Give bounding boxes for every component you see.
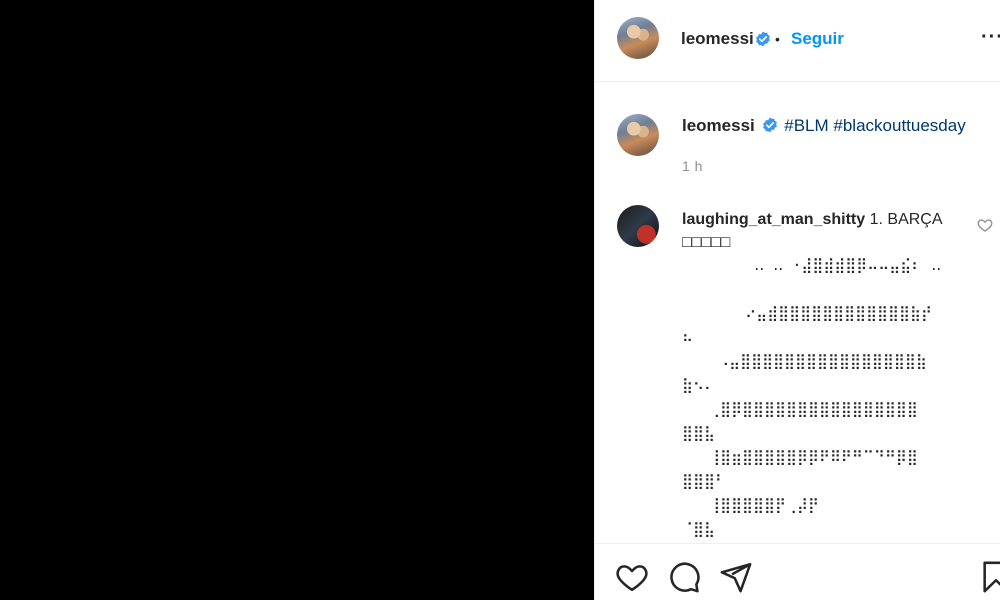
- comment-icon[interactable]: [667, 560, 701, 594]
- post-side-panel: leomessi • Seguir ··· leomessi #BLM #bla…: [594, 0, 1000, 600]
- caption: leomessi #BLM #blackouttuesday: [682, 116, 966, 136]
- post-media[interactable]: [0, 0, 594, 600]
- header-separator: •: [775, 31, 780, 47]
- hashtag-link[interactable]: #blackouttuesday: [833, 116, 965, 135]
- comment-boxes: □□□□□: [682, 234, 731, 251]
- bookmark-icon[interactable]: [979, 560, 1000, 594]
- commenter-avatar[interactable]: [617, 205, 659, 247]
- verified-badge-icon: [762, 117, 777, 133]
- verified-badge-icon: [756, 31, 770, 47]
- hashtag-link[interactable]: #BLM: [784, 116, 828, 135]
- commenter-username[interactable]: laughing_at_man_shitty: [682, 211, 865, 228]
- post-header: leomessi • Seguir ···: [595, 0, 1000, 82]
- caption-author-avatar[interactable]: [617, 114, 659, 156]
- caption-timestamp[interactable]: 1 h: [682, 158, 703, 174]
- comments-section[interactable]: leomessi #BLM #blackouttuesday 1 h laugh…: [595, 83, 1000, 543]
- heart-icon[interactable]: [615, 560, 649, 594]
- caption-username[interactable]: leomessi: [682, 116, 755, 135]
- author-avatar[interactable]: [617, 17, 659, 59]
- send-icon[interactable]: [719, 560, 753, 594]
- action-bar: [595, 543, 1000, 600]
- comment-body: 1. BARÇA: [869, 211, 943, 228]
- more-options-icon[interactable]: ···: [981, 26, 1000, 49]
- comment-ascii-art: ‥ ‥ ⋅⣼⣿⣾⣾⣿⡿⠤⠤⣤⣮⠆ ‥ ⠔⣤⣾⣿⣿⣿⣿⣿⣿⣿⣿⣿⣿⣿⣿⣷⡞ ⠦ ⠠…: [682, 256, 942, 538]
- comment-like-icon[interactable]: [977, 217, 993, 233]
- comment-text: laughing_at_man_shitty 1. BARÇA □□□□□: [682, 208, 972, 254]
- author-username[interactable]: leomessi: [681, 29, 754, 49]
- follow-button[interactable]: Seguir: [791, 29, 844, 49]
